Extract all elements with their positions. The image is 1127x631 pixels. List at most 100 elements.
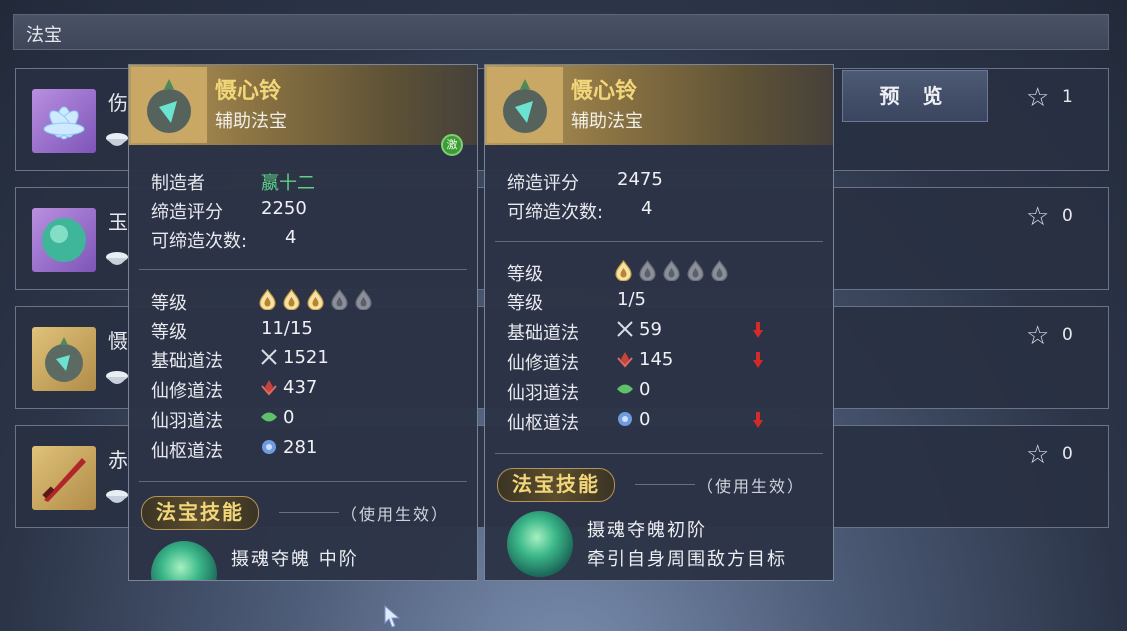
panel-title: 法宝 bbox=[26, 25, 62, 46]
skill-icon bbox=[151, 541, 217, 580]
blue-flower-icon bbox=[262, 440, 276, 454]
stat-value: 0 bbox=[615, 379, 650, 400]
divider bbox=[279, 512, 339, 513]
stat-label: 基础道法 bbox=[507, 323, 579, 344]
star-icon[interactable]: ☆ bbox=[1026, 202, 1049, 232]
lit-flame-icon bbox=[307, 289, 324, 310]
skill-name: 摄魂夺魄初阶 bbox=[587, 520, 707, 541]
lit-flame-icon bbox=[259, 289, 276, 310]
star-count: 0 bbox=[1062, 444, 1073, 464]
unlit-flame-icon bbox=[663, 260, 680, 281]
stat-value: 0 bbox=[615, 409, 650, 430]
maker-value: 嬴十二 bbox=[261, 173, 315, 194]
active-badge: 激 bbox=[441, 134, 463, 156]
stat-label: 仙枢道法 bbox=[507, 413, 579, 434]
stat-label: 基础道法 bbox=[151, 351, 223, 372]
silver-ingot-icon bbox=[106, 371, 128, 384]
crossed-swords-icon bbox=[261, 349, 277, 365]
blue-flower-icon bbox=[618, 412, 632, 426]
stat-value: 437 bbox=[259, 377, 317, 398]
bell-treasure-icon bbox=[32, 327, 96, 391]
cursor-icon bbox=[384, 604, 401, 628]
unlit-flame-icon bbox=[331, 289, 348, 310]
stat-label: 仙羽道法 bbox=[507, 383, 579, 404]
green-leaf-icon bbox=[261, 412, 277, 422]
silver-ingot-icon bbox=[106, 490, 128, 503]
tooltip-header: 慑心铃 辅助法宝 bbox=[485, 65, 833, 145]
score-value: 2250 bbox=[261, 198, 307, 219]
red-lotus-icon bbox=[261, 380, 277, 396]
level-label: 等级 bbox=[507, 293, 543, 314]
lit-flame-icon bbox=[615, 260, 632, 281]
treasure-title: 慑心铃 bbox=[571, 79, 638, 104]
equipped-treasure-tooltip: 慑心铃 辅助法宝 激 制造者 嬴十二 缔造评分 2250 可缔造次数: 4 等级… bbox=[128, 64, 478, 581]
star-count: 0 bbox=[1062, 325, 1073, 345]
tooltip-header: 慑心铃 辅助法宝 bbox=[129, 65, 477, 145]
stat-value: 59 bbox=[615, 319, 662, 340]
unlit-flame-icon bbox=[687, 260, 704, 281]
star-count: 1 bbox=[1062, 87, 1073, 107]
score-value: 2475 bbox=[617, 169, 663, 190]
times-value: 4 bbox=[285, 227, 297, 248]
divider bbox=[139, 269, 467, 270]
treasure-type: 辅助法宝 bbox=[215, 111, 287, 132]
unlit-flame-icon bbox=[639, 260, 656, 281]
stat-value: 1521 bbox=[259, 347, 329, 368]
stat-label: 仙羽道法 bbox=[151, 411, 223, 432]
skill-icon bbox=[507, 511, 573, 577]
silver-ingot-icon bbox=[106, 252, 128, 265]
star-icon[interactable]: ☆ bbox=[1026, 321, 1049, 351]
compare-treasure-tooltip: 慑心铃 辅助法宝 缔造评分 2475 可缔造次数: 4 等级 等级 1/5 基础… bbox=[484, 64, 834, 581]
lotus-treasure-icon bbox=[32, 89, 96, 153]
jade-orb-treasure-icon bbox=[32, 208, 96, 272]
stat-value: 145 bbox=[615, 349, 673, 370]
down-arrow-icon bbox=[753, 352, 763, 368]
stat-value: 0 bbox=[259, 407, 294, 428]
row-name: 玉 bbox=[108, 210, 128, 234]
green-leaf-icon bbox=[617, 384, 633, 394]
divider bbox=[139, 481, 467, 482]
skill-effect-note: （使用生效） bbox=[341, 505, 450, 524]
crossed-swords-icon bbox=[617, 321, 633, 337]
lit-flame-icon bbox=[283, 289, 300, 310]
bell-treasure-icon bbox=[131, 67, 207, 143]
times-label: 可缔造次数: bbox=[507, 202, 604, 223]
star-icon[interactable]: ☆ bbox=[1026, 83, 1049, 113]
row-name: 伤 bbox=[108, 91, 128, 115]
stat-label: 仙修道法 bbox=[507, 353, 579, 374]
times-label: 可缔造次数: bbox=[151, 231, 248, 252]
skill-description: 牵引自身周围敌方目标 bbox=[587, 549, 787, 570]
level-value: 1/5 bbox=[617, 289, 646, 310]
skill-header: 法宝技能 bbox=[141, 496, 259, 530]
row-name: 赤 bbox=[108, 448, 128, 472]
down-arrow-icon bbox=[753, 322, 763, 338]
unlit-flame-icon bbox=[355, 289, 372, 310]
bell-treasure-icon bbox=[487, 67, 563, 143]
treasure-type: 辅助法宝 bbox=[571, 111, 643, 132]
level-label: 等级 bbox=[151, 322, 187, 343]
red-lotus-icon bbox=[617, 352, 633, 368]
score-label: 缔造评分 bbox=[507, 173, 579, 194]
star-icon[interactable]: ☆ bbox=[1026, 440, 1049, 470]
row-name: 慑 bbox=[108, 329, 128, 353]
star-count: 0 bbox=[1062, 206, 1073, 226]
panel-title-bar: 法宝 bbox=[13, 14, 1109, 50]
level-flames bbox=[615, 260, 728, 281]
red-sword-treasure-icon bbox=[32, 446, 96, 510]
level-label: 等级 bbox=[507, 264, 543, 285]
times-value: 4 bbox=[641, 198, 653, 219]
stat-label: 仙枢道法 bbox=[151, 441, 223, 462]
down-arrow-icon bbox=[753, 412, 763, 428]
skill-header: 法宝技能 bbox=[497, 468, 615, 502]
divider bbox=[495, 241, 823, 242]
maker-label: 制造者 bbox=[151, 173, 205, 194]
skill-name: 摄魂夺魄 中阶 bbox=[231, 549, 359, 570]
silver-ingot-icon bbox=[106, 133, 128, 146]
skill-effect-note: （使用生效） bbox=[697, 477, 806, 496]
preview-button[interactable]: 预 览 bbox=[842, 70, 988, 122]
score-label: 缔造评分 bbox=[151, 202, 223, 223]
divider bbox=[495, 453, 823, 454]
unlit-flame-icon bbox=[711, 260, 728, 281]
stat-value: 281 bbox=[259, 437, 317, 458]
divider bbox=[635, 484, 695, 485]
